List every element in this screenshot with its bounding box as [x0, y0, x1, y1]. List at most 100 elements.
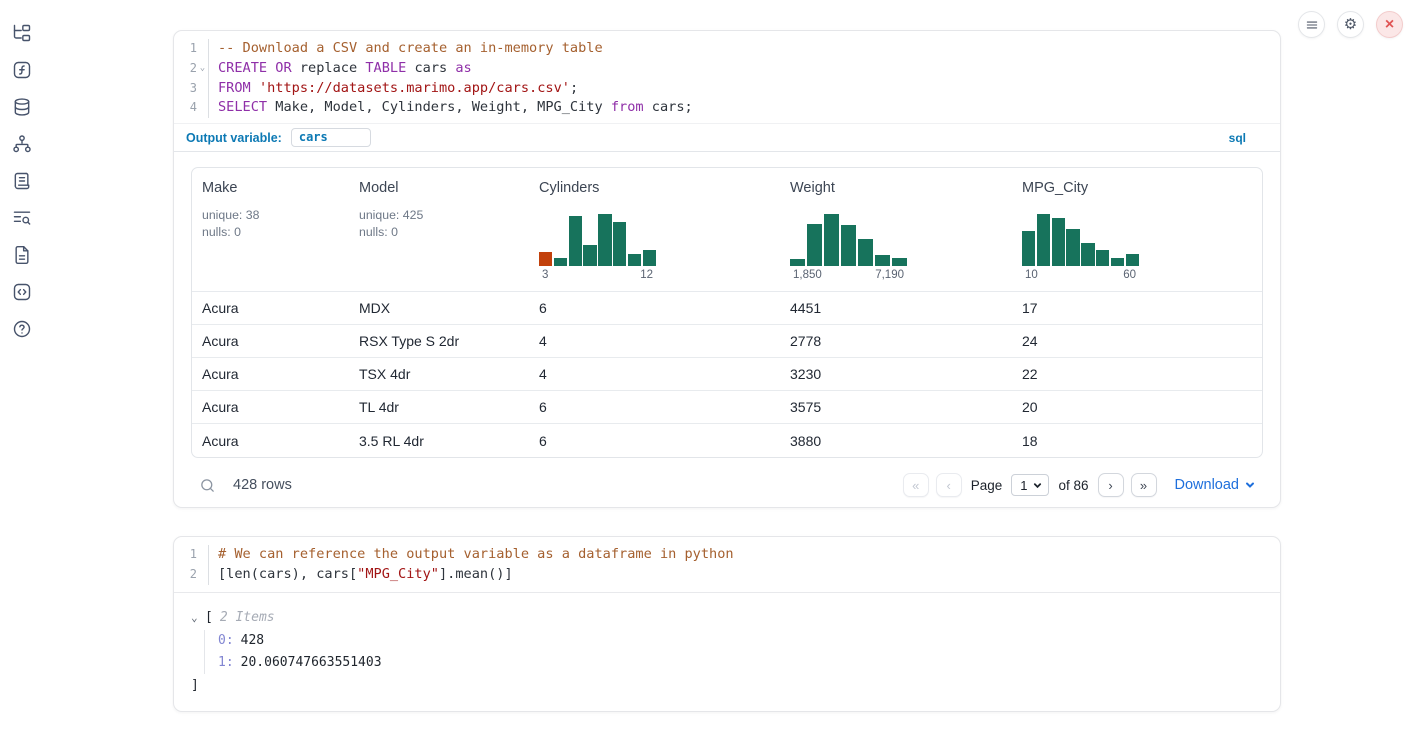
- close-icon: ×: [1385, 17, 1394, 33]
- table-cell: TSX 4dr: [349, 358, 529, 390]
- tree-entry: 0:428: [218, 630, 1263, 652]
- help-circle-icon: [12, 319, 32, 339]
- column-header-mpg_city[interactable]: MPG_City 1060: [1012, 168, 1262, 291]
- output-variable-bar: Output variable: cars sql: [174, 123, 1280, 152]
- line-number: 1: [174, 39, 208, 59]
- column-histogram[interactable]: 312: [539, 214, 656, 281]
- code-editor[interactable]: 1-- Download a CSV and create an in-memo…: [174, 31, 1280, 123]
- sidebar-item-file-tree[interactable]: [12, 22, 33, 43]
- line-number: 2⌄: [174, 59, 208, 79]
- table-row[interactable]: AcuraRSX Type S 2dr4277824: [192, 325, 1262, 358]
- first-page-button[interactable]: «: [903, 473, 929, 497]
- column-title: Model: [359, 180, 519, 196]
- sidebar-item-dependency-graph[interactable]: [12, 133, 33, 154]
- network-icon: [12, 134, 32, 154]
- histogram-axis: 312: [539, 266, 656, 281]
- output-tree: ⌄ [ 2 Items 0:4281:20.060747663551403 ]: [174, 593, 1280, 711]
- code-line[interactable]: 2⌄CREATE OR replace TABLE cars as: [174, 59, 1280, 79]
- column-histogram[interactable]: 1,8507,190: [790, 214, 907, 281]
- chevron-right-icon: ›: [1108, 478, 1112, 493]
- database-icon: [12, 97, 32, 117]
- output-variable-label: Output variable:: [186, 131, 282, 145]
- sidebar-item-functions[interactable]: [12, 59, 33, 80]
- code-line[interactable]: 1# We can reference the output variable …: [174, 545, 1280, 565]
- code-line[interactable]: 2[len(cars), cars["MPG_City"].mean()]: [174, 565, 1280, 585]
- code-line[interactable]: 1-- Download a CSV and create an in-memo…: [174, 39, 1280, 59]
- code-line[interactable]: 3FROM 'https://datasets.marimo.app/cars.…: [174, 79, 1280, 99]
- chevron-down-icon: [1033, 481, 1042, 490]
- table-cell: 22: [1012, 358, 1262, 390]
- line-number: 2: [174, 565, 208, 585]
- tree-entry: 1:20.060747663551403: [218, 652, 1263, 674]
- notebook-menu-button[interactable]: [1298, 11, 1325, 38]
- page-select[interactable]: 1: [1011, 474, 1049, 496]
- table-row[interactable]: Acura3.5 RL 4dr6388018: [192, 424, 1262, 457]
- column-title: Weight: [790, 180, 1002, 196]
- data-table: Makeunique: 38nulls: 0 Model unique: 425nu…: [191, 167, 1263, 458]
- settings-button[interactable]: ⚙: [1337, 11, 1364, 38]
- last-page-button[interactable]: »: [1131, 473, 1157, 497]
- table-cell: 3230: [780, 358, 1012, 390]
- table-cell: 20: [1012, 391, 1262, 423]
- previous-page-button[interactable]: ‹: [936, 473, 962, 497]
- table-cell: Acura: [192, 292, 349, 324]
- code-editor[interactable]: 1# We can reference the output variable …: [174, 537, 1280, 593]
- function-square-icon: [12, 60, 32, 80]
- line-number: 4: [174, 98, 208, 118]
- download-button[interactable]: Download: [1175, 477, 1256, 493]
- shutdown-button[interactable]: ×: [1376, 11, 1403, 38]
- table-row[interactable]: AcuraTSX 4dr4323022: [192, 358, 1262, 391]
- column-header-weight[interactable]: Weight 1,8507,190: [780, 168, 1012, 291]
- column-stats: unique: 425nulls: 0: [359, 207, 519, 241]
- language-badge: sql: [1229, 131, 1246, 145]
- table-cell: 4: [529, 325, 780, 357]
- python-cell: 1# We can reference the output variable …: [173, 536, 1281, 712]
- table-header: Makeunique: 38nulls: 0 Model unique: 425nu…: [192, 168, 1262, 292]
- next-page-button[interactable]: ›: [1098, 473, 1124, 497]
- table-row[interactable]: AcuraTL 4dr6357520: [192, 391, 1262, 424]
- table-footer: 428 rows « ‹ Page 1 of 86 › » Download: [191, 469, 1263, 501]
- table-cell: RSX Type S 2dr: [349, 325, 529, 357]
- pagination: « ‹ Page 1 of 86 › »: [903, 473, 1157, 497]
- line-number: 1: [174, 545, 208, 565]
- table-cell: 24: [1012, 325, 1262, 357]
- chevron-down-icon: [1245, 480, 1255, 490]
- chevron-left-icon: ‹: [947, 478, 951, 493]
- sidebar-item-datasources[interactable]: [12, 96, 33, 117]
- column-title: Make: [202, 180, 339, 196]
- column-header-model[interactable]: Model unique: 425nulls: 0: [349, 168, 529, 291]
- tree-entries: 0:4281:20.060747663551403: [204, 630, 1263, 674]
- sidebar-item-logs[interactable]: [12, 207, 33, 228]
- table-cell: Acura: [192, 424, 349, 457]
- sidebar-item-help[interactable]: [12, 318, 33, 339]
- code-line[interactable]: 4SELECT Make, Model, Cylinders, Weight, …: [174, 98, 1280, 118]
- sidebar-item-scratchpad[interactable]: [12, 170, 33, 191]
- table-cell: 6: [529, 424, 780, 457]
- table-cell: Acura: [192, 391, 349, 423]
- sidebar-item-snippets[interactable]: [12, 281, 33, 302]
- table-cell: 3880: [780, 424, 1012, 457]
- column-histogram[interactable]: 1060: [1022, 214, 1139, 281]
- table-row[interactable]: AcuraMDX6445117: [192, 292, 1262, 325]
- table-cell: 6: [529, 292, 780, 324]
- table-cell: TL 4dr: [349, 391, 529, 423]
- page-total: of 86: [1058, 478, 1088, 493]
- page-label: Page: [971, 478, 1003, 493]
- hamburger-menu-icon: [1305, 18, 1319, 32]
- column-title: MPG_City: [1022, 180, 1252, 196]
- column-header-make[interactable]: Makeunique: 38nulls: 0: [192, 168, 349, 291]
- table-cell: MDX: [349, 292, 529, 324]
- line-number: 3: [174, 79, 208, 99]
- table-cell: 17: [1012, 292, 1262, 324]
- scroll-text-icon: [12, 171, 32, 191]
- table-search-button[interactable]: [199, 477, 216, 494]
- output-variable-input[interactable]: cars: [291, 128, 371, 147]
- fold-chevron-icon[interactable]: ⌄: [197, 64, 208, 73]
- sql-cell: 1-- Download a CSV and create an in-memo…: [173, 30, 1281, 508]
- column-header-cylinders[interactable]: Cylinders312: [529, 168, 780, 291]
- table-cell: Acura: [192, 325, 349, 357]
- collapse-icon[interactable]: ⌄: [191, 612, 205, 623]
- chevrons-left-icon: «: [912, 478, 919, 493]
- sidebar-item-documentation[interactable]: [12, 244, 33, 265]
- download-label: Download: [1175, 477, 1240, 493]
